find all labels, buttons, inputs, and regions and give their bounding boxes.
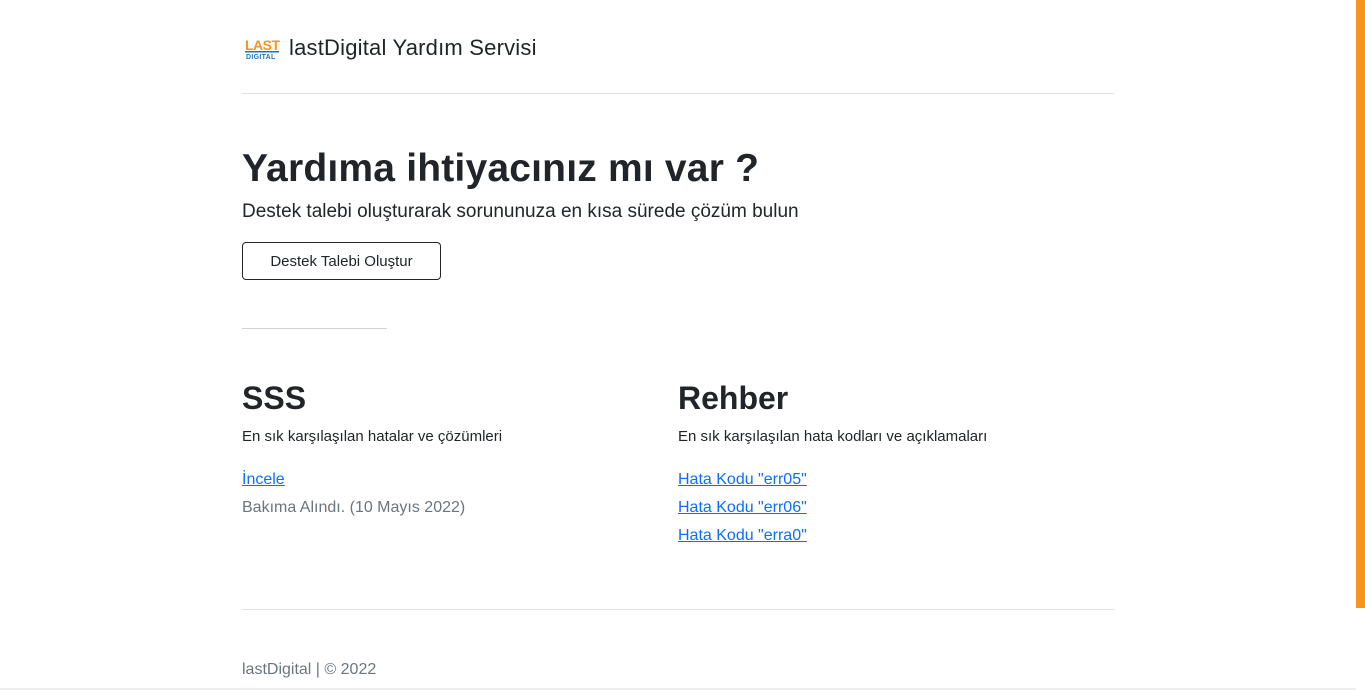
hero-title: Yardıma ihtiyacınız mı var ?: [242, 147, 760, 190]
guide-column: Rehber En sık karşılaşılan hata kodları …: [678, 379, 1114, 550]
footer-copyright: lastDigital | © 2022: [242, 661, 377, 678]
guide-title: Rehber: [678, 380, 789, 416]
guide-description: En sık karşılaşılan hata kodları ve açık…: [678, 428, 988, 445]
error-code-link-erra0[interactable]: Hata Kodu "erra0": [678, 527, 807, 544]
info-columns: SSS En sık karşılaşılan hatalar ve çözüm…: [242, 379, 1114, 550]
site-footer: lastDigital | © 2022: [242, 609, 1114, 679]
faq-maintenance-note: Bakıma Alındı. (10 Mayıs 2022): [242, 499, 466, 516]
hero-section: Yardıma ihtiyacınız mı var ? Destek tale…: [242, 94, 1114, 280]
brand-title[interactable]: lastDigital Yardım Servisi: [289, 35, 537, 61]
site-header: LAST DIGITAL lastDigital Yardım Servisi: [242, 0, 1114, 94]
list-item: Hata Kodu "err06": [678, 494, 1114, 522]
faq-title: SSS: [242, 380, 307, 416]
page: LAST DIGITAL lastDigital Yardım Servisi …: [0, 0, 1365, 690]
error-code-link-err06[interactable]: Hata Kodu "err06": [678, 499, 807, 516]
guide-list: Hata Kodu "err05" Hata Kodu "err06" Hata…: [678, 466, 1114, 550]
create-ticket-button[interactable]: Destek Talebi Oluştur: [242, 242, 441, 280]
list-item: Hata Kodu "err05": [678, 466, 1114, 494]
faq-column: SSS En sık karşılaşılan hatalar ve çözüm…: [242, 379, 678, 550]
faq-list: İncele Bakıma Alındı. (10 Mayıs 2022): [242, 466, 678, 522]
hero-subtitle: Destek talebi oluşturarak sorununuza en …: [242, 201, 799, 222]
section-divider: [242, 328, 387, 329]
svg-text:DIGITAL: DIGITAL: [246, 54, 276, 60]
error-code-link-err05[interactable]: Hata Kodu "err05": [678, 471, 807, 488]
lastdigital-logo-icon[interactable]: LAST DIGITAL: [244, 36, 280, 60]
svg-text:LAST: LAST: [245, 37, 280, 53]
main-container: LAST DIGITAL lastDigital Yardım Servisi …: [242, 0, 1114, 678]
list-item: İncele: [242, 466, 678, 494]
faq-review-link[interactable]: İncele: [242, 471, 285, 488]
scrollbar-thumb[interactable]: [1356, 0, 1365, 608]
faq-description: En sık karşılaşılan hatalar ve çözümleri: [242, 428, 503, 445]
list-item: Hata Kodu "erra0": [678, 522, 1114, 550]
